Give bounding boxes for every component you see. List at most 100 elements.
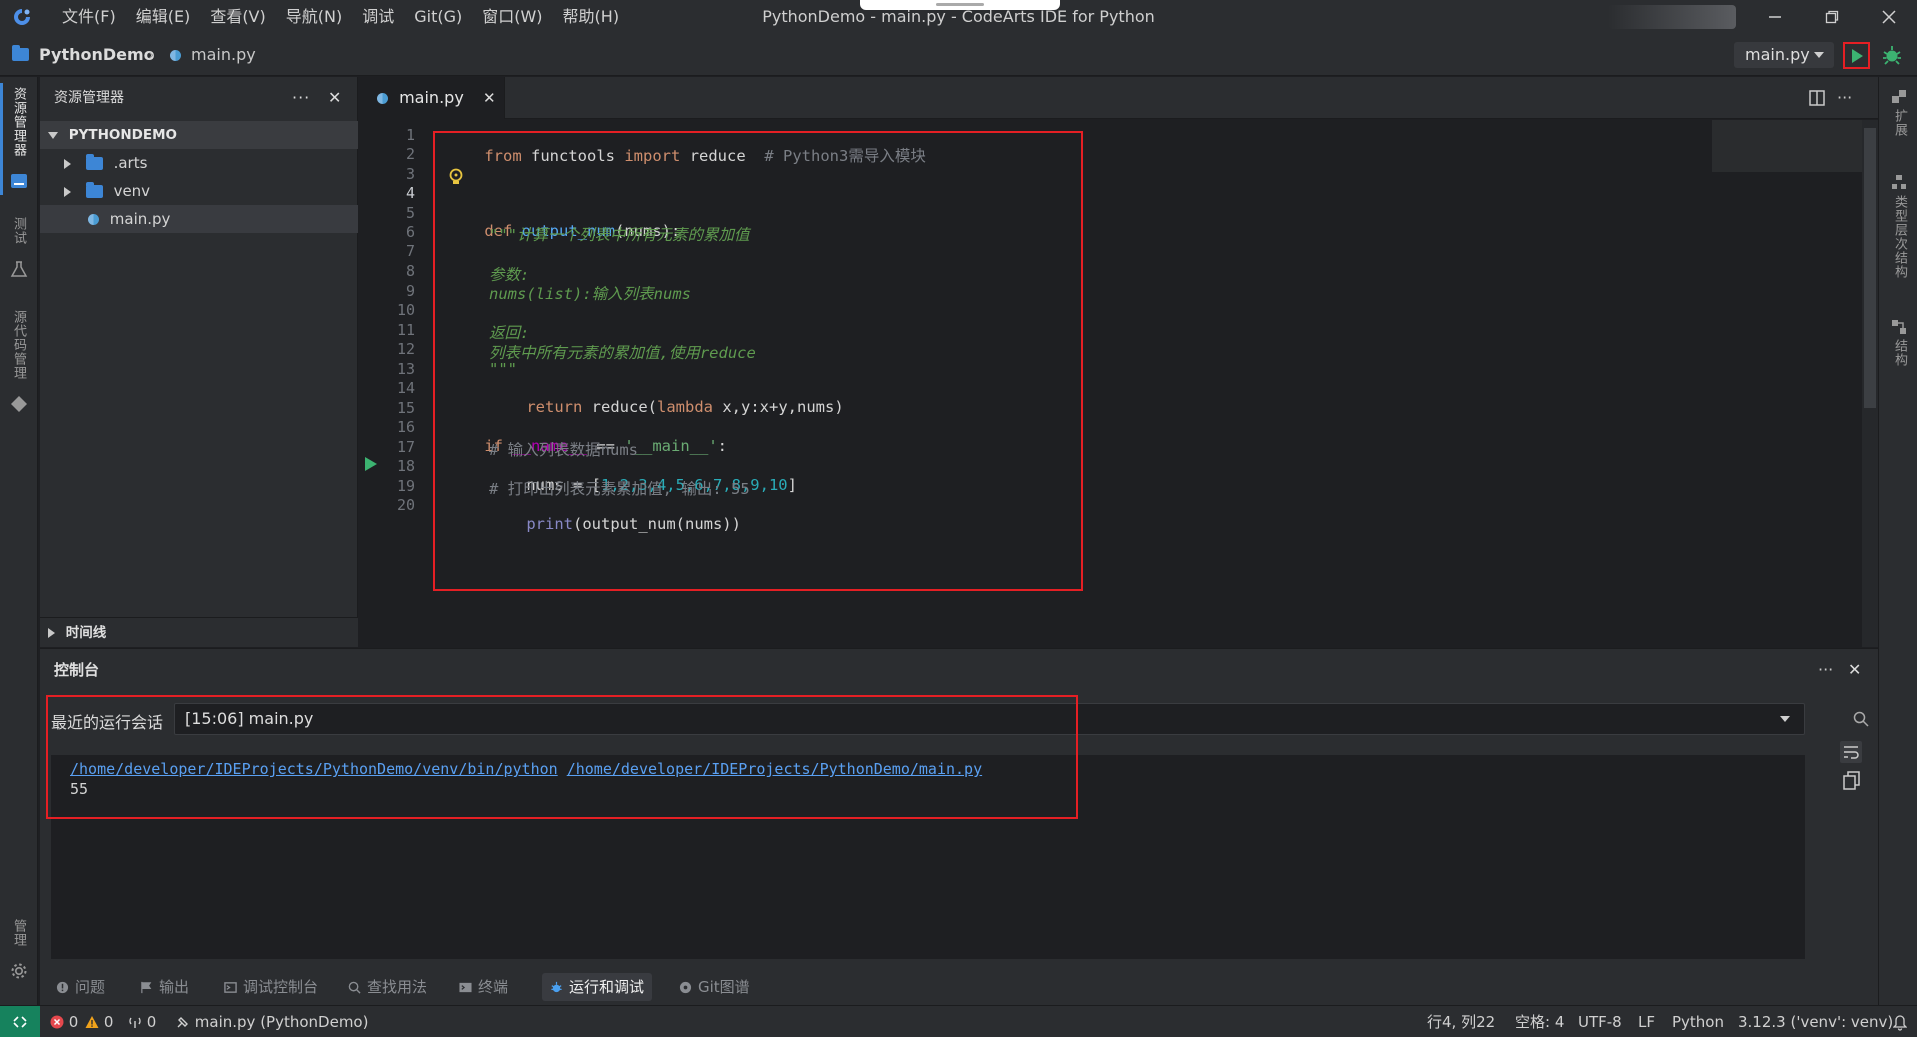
indentation[interactable]: 空格: 4 — [1515, 1006, 1564, 1037]
end-of-line[interactable]: LF — [1638, 1006, 1655, 1037]
code-line: """ — [489, 360, 517, 378]
line-number: 8 — [405, 262, 415, 280]
flag-icon — [141, 981, 152, 994]
run-button[interactable] — [1843, 42, 1870, 69]
scrollbar-thumb[interactable] — [1864, 128, 1876, 408]
menu-git[interactable]: Git(G) — [404, 0, 472, 34]
tree-item-arts[interactable]: .arts — [40, 149, 358, 177]
interpreter-version[interactable]: 3.12.3 ('venv': venv) — [1738, 1006, 1893, 1037]
menu-edit[interactable]: 编辑(E) — [126, 0, 201, 34]
menu-debug[interactable]: 调试 — [352, 0, 404, 34]
menu-bar: 文件(F) 编辑(E) 查看(V) 导航(N) 调试 Git(G) 窗口(W) … — [52, 0, 629, 34]
remote-indicator[interactable] — [0, 1006, 40, 1037]
activity-type-hierarchy[interactable]: 类型层次结构 — [1890, 195, 1909, 279]
breadcrumb-file[interactable]: main.py — [191, 34, 256, 76]
tree-item-venv[interactable]: venv — [40, 177, 358, 205]
tab-debug-console[interactable]: 调试控制台 — [216, 973, 326, 1001]
run-line-icon[interactable] — [364, 456, 378, 472]
drag-handle[interactable] — [860, 0, 1060, 10]
tab-terminal[interactable]: 终端 — [451, 973, 516, 1001]
tab-main-py[interactable]: main.py ✕ — [359, 77, 505, 119]
minimap[interactable] — [1712, 120, 1862, 172]
line-number: 3 — [405, 165, 415, 183]
run-config-value: main.py — [1745, 45, 1810, 64]
code-line: from functools import reduce # Python3需导… — [484, 147, 926, 165]
line-number: 13 — [396, 360, 415, 378]
explorer-header: 资源管理器 ··· ✕ — [40, 77, 357, 119]
console-output[interactable]: /home/developer/IDEProjects/PythonDemo/v… — [51, 755, 1805, 959]
tab-git-graph[interactable]: Git图谱 — [671, 973, 758, 1001]
menu-window[interactable]: 窗口(W) — [472, 0, 552, 34]
activity-test[interactable]: 测试 — [9, 217, 28, 245]
tab-output[interactable]: 输出 — [132, 973, 197, 1001]
python-file-icon — [170, 50, 181, 61]
explorer-section-project[interactable]: PYTHONDEMO — [40, 121, 358, 149]
more-actions-icon[interactable]: ··· — [292, 77, 310, 119]
copy-icon[interactable] — [1843, 771, 1861, 791]
restore-button[interactable] — [1809, 0, 1855, 34]
problems-icon — [56, 981, 69, 994]
activity-source-control[interactable]: 源代码管理 — [9, 310, 28, 380]
session-select[interactable]: [15:06] main.py — [174, 703, 1805, 735]
line-number: 14 — [396, 379, 415, 397]
status-bar: 0 0 0 main.py (PythonDemo) 行4, 列22 空格: 4… — [0, 1005, 1917, 1037]
bell-icon[interactable] — [1893, 1015, 1907, 1031]
chevron-right-icon — [64, 186, 71, 197]
tab-run-debug[interactable]: 运行和调试 — [542, 973, 653, 1001]
restore-icon — [1825, 10, 1839, 24]
line-number: 16 — [396, 418, 415, 436]
chevron-down-icon — [1780, 716, 1790, 722]
close-panel-icon[interactable]: ✕ — [1848, 649, 1861, 691]
script-path-link[interactable]: /home/developer/IDEProjects/PythonDemo/m… — [567, 760, 982, 778]
ports-indicator[interactable]: 0 — [128, 1006, 156, 1037]
run-config-select[interactable]: main.py — [1734, 42, 1834, 68]
gear-icon[interactable] — [10, 962, 28, 980]
activity-extensions[interactable]: 扩展 — [1890, 109, 1909, 137]
tree-item-main-py[interactable]: main.py — [40, 205, 358, 233]
code-editor[interactable]: 1 2 3 4 5 6 7 8 9 10 11 12 13 14 15 16 17 18 19 20 from fun… — [359, 120, 1878, 647]
tab-find-usages[interactable]: 查找用法 — [340, 973, 435, 1001]
breadcrumb-project[interactable]: PythonDemo — [39, 34, 155, 76]
minimize-button[interactable] — [1752, 0, 1798, 34]
play-icon — [1851, 48, 1863, 63]
split-editor-icon[interactable] — [1809, 90, 1825, 106]
menu-help[interactable]: 帮助(H) — [553, 0, 630, 34]
minimize-icon — [1769, 16, 1781, 18]
more-actions-icon[interactable]: ··· — [1818, 649, 1833, 691]
line-number: 6 — [405, 223, 415, 241]
language-mode[interactable]: Python — [1672, 1006, 1724, 1037]
python-interpreter-target[interactable]: main.py (PythonDemo) — [176, 1006, 368, 1037]
menu-view[interactable]: 查看(V) — [200, 0, 275, 34]
word-wrap-icon[interactable] — [1840, 741, 1862, 763]
more-actions-icon[interactable]: ··· — [1837, 77, 1852, 119]
console-title: 控制台 — [54, 661, 100, 679]
type-hierarchy-icon — [1892, 175, 1906, 189]
code-line: nums(list):输入列表nums — [489, 285, 691, 303]
debug-button[interactable] — [1880, 43, 1904, 67]
activity-manage[interactable]: 管理 — [9, 919, 28, 947]
close-panel-icon[interactable]: ✕ — [328, 77, 341, 119]
account-area[interactable] — [1608, 5, 1736, 29]
activity-explorer[interactable]: 资源管理器 — [9, 87, 28, 157]
section-label: PYTHONDEMO — [68, 127, 177, 143]
folder-icon — [12, 45, 29, 61]
code-line: # 输入列表数据nums — [489, 441, 638, 459]
output-command-line: /home/developer/IDEProjects/PythonDemo/v… — [70, 760, 982, 778]
problems-counter[interactable]: 0 0 — [50, 1006, 113, 1037]
encoding[interactable]: UTF-8 — [1578, 1006, 1622, 1037]
editor-scrollbar[interactable] — [1862, 120, 1878, 647]
close-window-button[interactable] — [1866, 0, 1912, 34]
search-icon — [348, 981, 361, 994]
close-tab-icon[interactable]: ✕ — [483, 77, 496, 119]
timeline-section[interactable]: 时间线 — [40, 617, 358, 647]
menu-file[interactable]: 文件(F) — [52, 0, 126, 34]
menu-navigate[interactable]: 导航(N) — [276, 0, 352, 34]
line-number: 2 — [405, 145, 415, 163]
explorer-panel: 资源管理器 ··· ✕ PYTHONDEMO .arts venv main.p… — [40, 77, 358, 647]
interpreter-path-link[interactable]: /home/developer/IDEProjects/PythonDemo/v… — [70, 760, 558, 778]
activity-structure[interactable]: 结构 — [1890, 339, 1909, 367]
cursor-position[interactable]: 行4, 列22 — [1427, 1006, 1495, 1037]
search-icon[interactable] — [1853, 711, 1869, 727]
tab-problems[interactable]: 问题 — [48, 973, 113, 1001]
remote-icon — [13, 1016, 27, 1028]
